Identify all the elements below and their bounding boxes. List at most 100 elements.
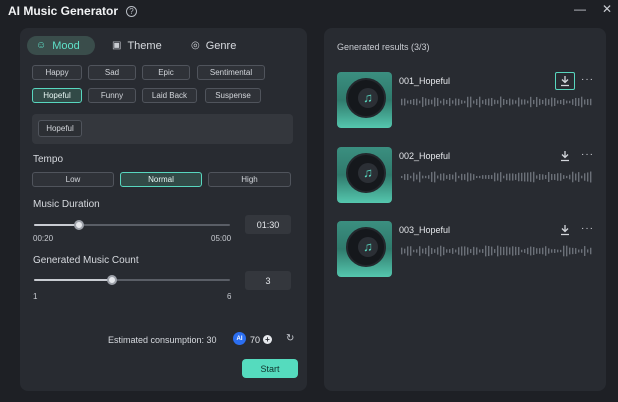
- download-icon[interactable]: [555, 72, 575, 90]
- waveform-bar: [431, 247, 433, 255]
- download-icon[interactable]: [555, 147, 575, 165]
- selected-tag-hopeful[interactable]: Hopeful: [38, 120, 82, 137]
- waveform-bar: [554, 249, 556, 253]
- waveform-bar: [572, 247, 574, 255]
- waveform-bar: [425, 175, 427, 179]
- mood-chip-happy[interactable]: Happy: [32, 65, 82, 80]
- waveform-bar: [470, 173, 472, 181]
- waveform-bar: [518, 246, 520, 256]
- duration-value[interactable]: 01:30: [245, 215, 291, 234]
- tempo-normal[interactable]: Normal: [120, 172, 202, 187]
- waveform-bar: [407, 173, 409, 181]
- title-bar: AI Music Generator ?: [0, 0, 618, 22]
- mood-chip-hopeful[interactable]: Hopeful: [32, 88, 82, 103]
- waveform-bar: [557, 249, 559, 253]
- tempo-low[interactable]: Low: [32, 172, 114, 187]
- more-options-icon[interactable]: ···: [581, 74, 594, 85]
- result-item[interactable]: ♫ 001_Hopeful ···: [337, 72, 597, 128]
- mood-chip-epic[interactable]: Epic: [142, 65, 190, 80]
- add-credit-icon[interactable]: +: [263, 335, 272, 344]
- waveform-bar: [512, 173, 514, 181]
- waveform-bar: [590, 171, 592, 183]
- waveform-bar: [428, 175, 430, 179]
- duration-min: 00:20: [33, 234, 54, 243]
- count-slider-track[interactable]: [34, 279, 230, 281]
- waveform[interactable]: [401, 171, 593, 183]
- waveform[interactable]: [401, 96, 593, 108]
- refresh-icon[interactable]: ↻: [286, 333, 294, 344]
- count-slider-fill: [34, 279, 113, 281]
- more-options-icon[interactable]: ···: [581, 223, 594, 234]
- waveform-bar: [437, 98, 439, 106]
- waveform-bar: [446, 249, 448, 253]
- waveform-bar: [551, 249, 553, 253]
- count-slider-thumb[interactable]: [107, 275, 118, 285]
- duration-slider-track[interactable]: [34, 224, 230, 226]
- tab-mood[interactable]: ☺ Mood: [27, 36, 95, 55]
- waveform-bar: [488, 175, 490, 179]
- result-item[interactable]: ♫ 002_Hopeful ···: [337, 147, 597, 203]
- duration-max: 05:00: [211, 234, 232, 243]
- waveform-bar: [578, 98, 580, 106]
- waveform[interactable]: [401, 245, 593, 257]
- minimize-icon[interactable]: —: [574, 3, 586, 15]
- help-icon[interactable]: ?: [126, 5, 138, 17]
- waveform-bar: [587, 249, 589, 253]
- waveform-bar: [455, 98, 457, 106]
- waveform-bar: [515, 246, 517, 256]
- mood-chip-suspense[interactable]: Suspense: [205, 88, 261, 103]
- waveform-bar: [452, 174, 454, 180]
- mood-chip-funny[interactable]: Funny: [88, 88, 136, 103]
- waveform-bar: [491, 246, 493, 256]
- waveform-bar: [587, 172, 589, 182]
- waveform-bar: [578, 172, 580, 182]
- result-item[interactable]: ♫ 003_Hopeful ···: [337, 221, 597, 277]
- waveform-bar: [422, 97, 424, 107]
- waveform-bar: [452, 100, 454, 104]
- waveform-bar: [557, 100, 559, 104]
- duration-slider-thumb[interactable]: [74, 220, 85, 230]
- tab-theme[interactable]: ▣ Theme: [112, 36, 162, 55]
- waveform-bar: [527, 100, 529, 104]
- count-value[interactable]: 3: [245, 271, 291, 290]
- waveform-bar: [458, 98, 460, 106]
- result-name: 003_Hopeful: [399, 225, 451, 235]
- results-title: Generated results (3/3): [337, 42, 430, 52]
- close-icon[interactable]: ✕: [602, 3, 612, 15]
- music-cover[interactable]: ♫: [337, 72, 392, 128]
- waveform-bar: [464, 174, 466, 180]
- waveform-bar: [566, 175, 568, 179]
- waveform-bar: [530, 96, 532, 108]
- waveform-bar: [470, 249, 472, 253]
- ai-credit-icon: AI: [233, 332, 246, 345]
- tempo-high[interactable]: High: [208, 172, 291, 187]
- music-cover[interactable]: ♫: [337, 147, 392, 203]
- count-min: 1: [33, 292, 38, 301]
- waveform-bar: [569, 100, 571, 104]
- genre-icon: ◎: [191, 40, 200, 51]
- waveform-bar: [434, 249, 436, 253]
- tab-genre[interactable]: ◎ Genre: [191, 36, 236, 55]
- download-icon[interactable]: [555, 221, 575, 239]
- waveform-bar: [548, 248, 550, 254]
- waveform-bar: [410, 99, 412, 105]
- waveform-bar: [407, 246, 409, 256]
- waveform-bar: [425, 98, 427, 106]
- waveform-bar: [518, 97, 520, 107]
- waveform-bar: [521, 249, 523, 253]
- start-button[interactable]: Start: [242, 359, 298, 378]
- mood-chip-sad[interactable]: Sad: [88, 65, 136, 80]
- tab-mood-label: Mood: [52, 39, 80, 52]
- selected-tags-box[interactable]: Hopeful: [32, 114, 293, 144]
- music-cover[interactable]: ♫: [337, 221, 392, 277]
- mood-chip-sentimental[interactable]: Sentimental: [197, 65, 265, 80]
- more-options-icon[interactable]: ···: [581, 149, 594, 160]
- waveform-bar: [503, 175, 505, 179]
- waveform-bar: [473, 174, 475, 180]
- waveform-bar: [572, 99, 574, 105]
- waveform-bar: [566, 100, 568, 104]
- waveform-bar: [515, 174, 517, 180]
- waveform-bar: [557, 173, 559, 181]
- waveform-bar: [518, 172, 520, 182]
- mood-chip-laid-back[interactable]: Laid Back: [142, 88, 197, 103]
